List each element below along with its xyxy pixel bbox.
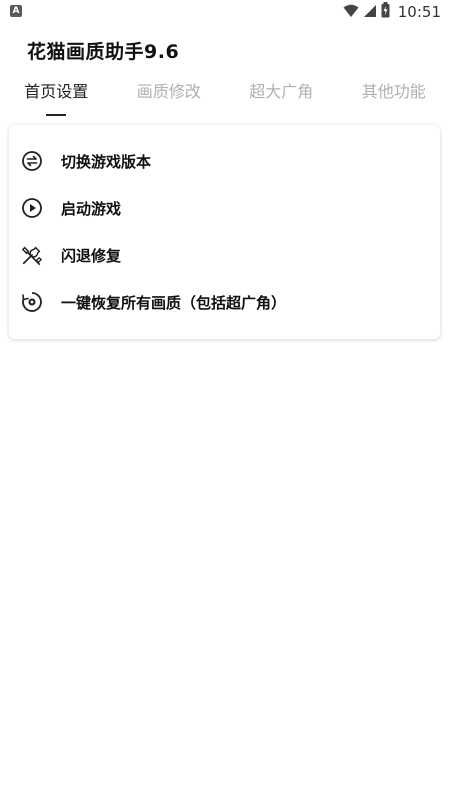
menu-item-switch-version[interactable]: 切换游戏版本	[9, 141, 440, 181]
active-tab-indicator	[46, 114, 66, 116]
tab-wide-angle[interactable]: 超大广角	[225, 78, 338, 118]
status-bar: A 10:51	[0, 0, 450, 26]
battery-icon	[381, 2, 390, 22]
tab-bar: 首页设置 画质修改 超大广角 其他功能	[0, 78, 450, 118]
app-screen: A 10:51 花猫画质助手9.6 首页设置 画质修改 超大广角 其他功能 切换…	[0, 0, 450, 800]
menu-label-restore-quality: 一键恢复所有画质（包括超广角）	[61, 293, 287, 312]
menu-label-launch-game: 启动游戏	[61, 199, 122, 218]
menu-label-switch-version: 切换游戏版本	[61, 152, 152, 171]
swap-icon	[21, 150, 43, 172]
tab-other-functions[interactable]: 其他功能	[338, 78, 450, 118]
tab-home-settings[interactable]: 首页设置	[0, 78, 113, 118]
app-title: 花猫画质助手9.6	[27, 41, 180, 63]
signal-icon	[363, 3, 377, 22]
notification-badge: A	[10, 5, 22, 17]
menu-label-crash-fix: 闪退修复	[61, 246, 122, 265]
menu-item-launch-game[interactable]: 启动游戏	[9, 188, 440, 228]
play-icon	[21, 197, 43, 219]
menu-item-crash-fix[interactable]: 闪退修复	[9, 235, 440, 275]
menu-card: 切换游戏版本 启动游戏 闪退修复 一键恢复所有画质（包括超广角）	[9, 125, 440, 339]
status-time: 10:51	[397, 3, 441, 21]
wifi-icon	[343, 3, 359, 22]
menu-item-restore-quality[interactable]: 一键恢复所有画质（包括超广角）	[9, 282, 440, 322]
tools-icon	[21, 244, 43, 266]
tab-quality-modify[interactable]: 画质修改	[113, 78, 226, 118]
status-icons: 10:51	[343, 2, 441, 22]
restore-icon	[21, 291, 43, 313]
